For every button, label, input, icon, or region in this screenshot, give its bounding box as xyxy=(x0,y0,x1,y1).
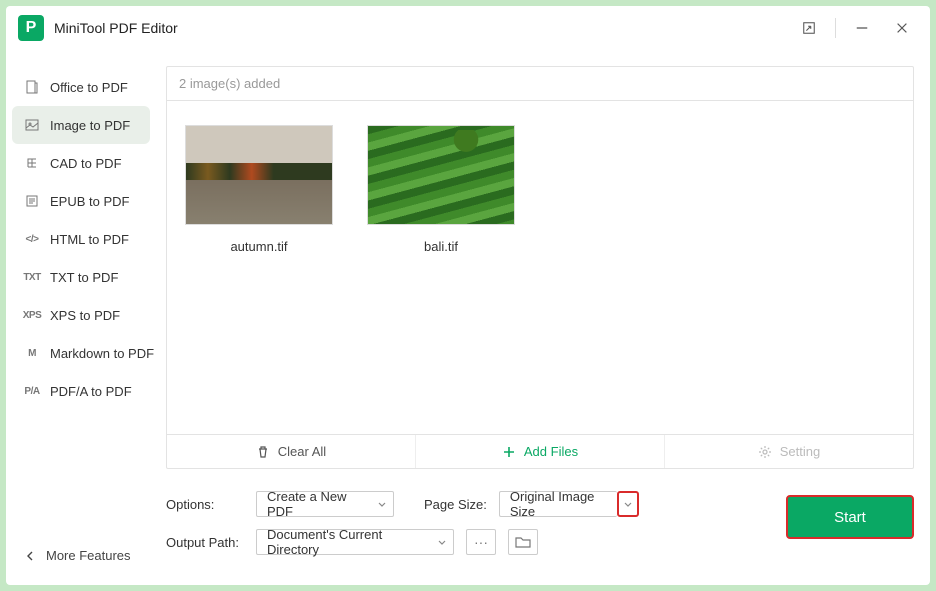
bottom-controls: Options: Create a New PDF Page Size: Ori… xyxy=(166,491,914,567)
chevron-left-icon xyxy=(24,550,36,562)
sidebar-item-html-to-pdf[interactable]: </> HTML to PDF xyxy=(6,220,156,258)
pdfa-icon: P/A xyxy=(24,386,40,397)
thumbnail-filename: autumn.tif xyxy=(185,239,333,254)
xps-icon: XPS xyxy=(24,310,40,321)
setting-label: Setting xyxy=(780,444,820,459)
start-button[interactable]: Start xyxy=(786,495,914,539)
clear-all-label: Clear All xyxy=(278,444,326,459)
actions-row: Clear All Add Files Setting xyxy=(167,434,913,468)
app-title: MiniTool PDF Editor xyxy=(54,20,178,36)
add-files-button[interactable]: Add Files xyxy=(416,435,665,468)
chevron-down-icon xyxy=(437,537,447,547)
sidebar-item-image-to-pdf[interactable]: Image to PDF xyxy=(12,106,150,144)
options-label: Options: xyxy=(166,497,244,512)
pagesize-dropdown-button[interactable] xyxy=(617,491,639,517)
content-status: 2 image(s) added xyxy=(167,67,913,101)
sidebar-item-markdown-to-pdf[interactable]: M Markdown to PDF xyxy=(6,334,156,372)
folder-icon xyxy=(515,535,531,549)
sidebar-item-label: Markdown to PDF xyxy=(50,346,154,361)
sidebar: Office to PDF Image to PDF CAD to PDF EP… xyxy=(6,50,156,585)
chevron-down-icon xyxy=(377,499,387,509)
trash-icon xyxy=(256,445,270,459)
ellipsis-icon: ··· xyxy=(474,534,488,550)
options-value: Create a New PDF xyxy=(267,489,367,519)
sidebar-item-xps-to-pdf[interactable]: XPS XPS to PDF xyxy=(6,296,156,334)
start-label: Start xyxy=(834,509,866,526)
setting-button[interactable]: Setting xyxy=(665,435,913,468)
pagesize-select[interactable]: Original Image Size xyxy=(499,491,617,517)
sidebar-item-label: HTML to PDF xyxy=(50,232,129,247)
pagesize-value: Original Image Size xyxy=(510,489,611,519)
output-path-label: Output Path: xyxy=(166,535,244,550)
titlebar-divider xyxy=(835,18,836,38)
markdown-icon: M xyxy=(24,348,40,359)
thumbnail-image xyxy=(185,125,333,225)
epub-icon xyxy=(24,194,40,208)
close-button[interactable] xyxy=(882,13,922,43)
thumbnail-image xyxy=(367,125,515,225)
app-logo: P xyxy=(18,15,44,41)
txt-icon: TXT xyxy=(24,272,40,283)
file-thumbnail[interactable]: autumn.tif xyxy=(185,125,333,254)
sidebar-item-label: TXT to PDF xyxy=(50,270,118,285)
office-icon xyxy=(24,80,40,94)
thumbnails-area: autumn.tif bali.tif xyxy=(167,101,913,434)
sidebar-item-label: XPS to PDF xyxy=(50,308,120,323)
sidebar-item-label: EPUB to PDF xyxy=(50,194,129,209)
image-icon xyxy=(24,118,40,132)
sidebar-item-label: Office to PDF xyxy=(50,80,128,95)
cad-icon xyxy=(24,156,40,170)
content-box: 2 image(s) added autumn.tif bali.tif xyxy=(166,66,914,469)
sidebar-item-txt-to-pdf[interactable]: TXT TXT to PDF xyxy=(6,258,156,296)
thumbnail-filename: bali.tif xyxy=(367,239,515,254)
file-thumbnail[interactable]: bali.tif xyxy=(367,125,515,254)
options-select[interactable]: Create a New PDF xyxy=(256,491,394,517)
more-features-button[interactable]: More Features xyxy=(6,530,156,585)
main-panel: 2 image(s) added autumn.tif bali.tif xyxy=(156,50,930,585)
html-icon: </> xyxy=(24,234,40,245)
clear-all-button[interactable]: Clear All xyxy=(167,435,416,468)
sidebar-item-epub-to-pdf[interactable]: EPUB to PDF xyxy=(6,182,156,220)
output-path-value: Document's Current Directory xyxy=(267,527,427,557)
more-features-label: More Features xyxy=(46,548,131,563)
minimize-button[interactable] xyxy=(842,13,882,43)
quick-tools-button[interactable] xyxy=(789,13,829,43)
more-options-button[interactable]: ··· xyxy=(466,529,496,555)
sidebar-item-label: PDF/A to PDF xyxy=(50,384,132,399)
output-path-select[interactable]: Document's Current Directory xyxy=(256,529,454,555)
app-window: P MiniTool PDF Editor Office to PDF Imag… xyxy=(6,6,930,585)
browse-folder-button[interactable] xyxy=(508,529,538,555)
add-files-label: Add Files xyxy=(524,444,578,459)
sidebar-item-office-to-pdf[interactable]: Office to PDF xyxy=(6,68,156,106)
sidebar-item-cad-to-pdf[interactable]: CAD to PDF xyxy=(6,144,156,182)
chevron-down-icon xyxy=(623,499,633,509)
sidebar-item-label: CAD to PDF xyxy=(50,156,122,171)
pagesize-label: Page Size: xyxy=(424,497,487,512)
sidebar-item-pdfa-to-pdf[interactable]: P/A PDF/A to PDF xyxy=(6,372,156,410)
gear-icon xyxy=(758,445,772,459)
sidebar-item-label: Image to PDF xyxy=(50,118,130,133)
plus-icon xyxy=(502,445,516,459)
title-bar: P MiniTool PDF Editor xyxy=(6,6,930,50)
